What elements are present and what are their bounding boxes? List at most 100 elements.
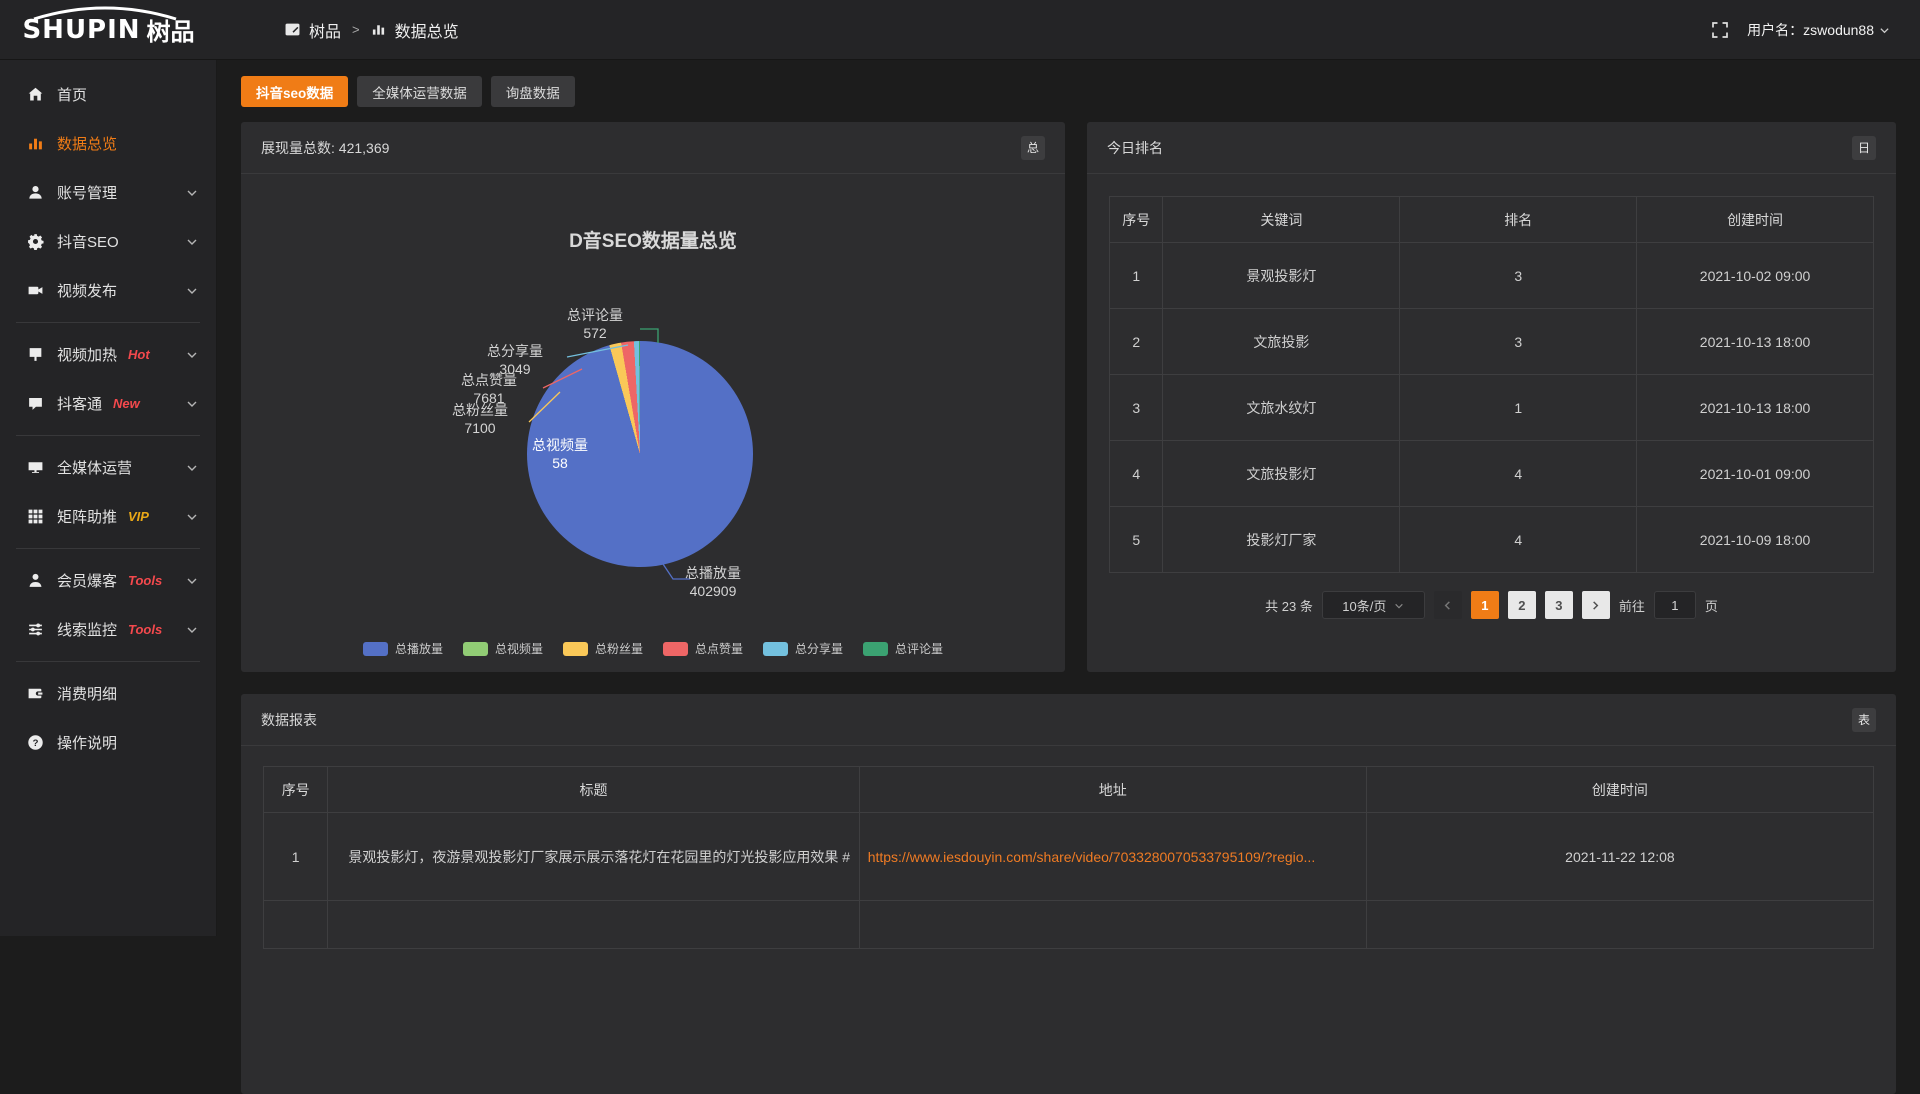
next-page-button[interactable]	[1582, 591, 1610, 619]
chevron-down-icon	[1879, 25, 1890, 36]
column-header: 地址	[859, 767, 1366, 813]
question-icon: ?	[27, 734, 44, 751]
ranking-panel: 今日排名 日 序号关键词排名创建时间 1景观投影灯32021-10-02 09:…	[1087, 122, 1896, 672]
impressions-total-label: 展现量总数: 421,369	[261, 138, 389, 158]
sidebar-item-matrix-boost[interactable]: 矩阵助推 VIP	[0, 492, 216, 541]
sidebar-item-douyin-seo[interactable]: 抖音SEO	[0, 217, 216, 266]
rank-row: 1景观投影灯32021-10-02 09:00	[1110, 243, 1874, 309]
sidebar-tag-hot: Hot	[128, 347, 150, 362]
rank-cell: 文旅水纹灯	[1163, 375, 1400, 441]
report-cell	[264, 901, 328, 949]
breadcrumb: 树品 > 数据总览	[285, 18, 459, 42]
panel-badge-table[interactable]: 表	[1852, 708, 1876, 732]
legend-item[interactable]: 总播放量	[363, 640, 443, 657]
sidebar-item-douketong[interactable]: 抖客通New	[0, 379, 216, 428]
sidebar-tag-vip: VIP	[128, 509, 149, 524]
sidebar-item-consumption-detail[interactable]: 消费明细	[0, 669, 216, 718]
video-link[interactable]: https://www.iesdouyin.com/share/video/70…	[868, 849, 1316, 865]
sidebar-item-home[interactable]: 首页	[0, 70, 216, 119]
sidebar-item-label: 矩阵助推	[57, 506, 117, 527]
legend-label: 总分享量	[795, 640, 843, 657]
topbar-right: 用户名：zswodun88	[1711, 20, 1920, 40]
legend-item[interactable]: 总粉丝量	[563, 640, 643, 657]
ranking-table: 序号关键词排名创建时间 1景观投影灯32021-10-02 09:002文旅投影…	[1109, 196, 1874, 573]
page-button-3[interactable]: 3	[1545, 591, 1573, 619]
report-index-cell: 1	[264, 813, 328, 901]
chart-legend: 总播放量 总视频量 总粉丝量 总点赞量 总分享量 总评论量	[241, 640, 1065, 657]
sidebar-item-label: 会员爆客	[57, 570, 117, 591]
legend-swatch	[663, 642, 688, 656]
sidebar-item-instructions[interactable]: ?操作说明	[0, 718, 216, 767]
goto-page-input[interactable]	[1654, 591, 1696, 619]
report-cell	[859, 901, 1366, 949]
username-label: 用户名：zswodun88	[1747, 20, 1874, 40]
ranking-panel-title: 今日排名	[1107, 138, 1163, 158]
data-tabs: 抖音seo数据全媒体运营数据询盘数据	[241, 76, 1896, 107]
sidebar-item-media-operation[interactable]: 全媒体运营	[0, 443, 216, 492]
pie-callout: 总评论量572	[530, 306, 660, 342]
chart-title: D音SEO数据量总览	[241, 226, 1065, 253]
panel-badge-day[interactable]: 日	[1852, 136, 1876, 160]
home-icon	[27, 86, 44, 103]
sidebar-item-label: 视频发布	[57, 280, 117, 301]
rank-row: 3文旅水纹灯12021-10-13 18:00	[1110, 375, 1874, 441]
sidebar-item-label: 消费明细	[57, 683, 117, 704]
breadcrumb-separator: >	[352, 22, 360, 37]
tab-inquiry-data[interactable]: 询盘数据	[491, 76, 575, 107]
page-button-2[interactable]: 2	[1508, 591, 1536, 619]
sidebar-item-video-heat[interactable]: 视频加热 Hot	[0, 330, 216, 379]
sidebar-item-video-publish[interactable]: 视频发布	[0, 266, 216, 315]
sidebar-item-label: 首页	[57, 84, 87, 105]
sidebar-item-clue-monitor[interactable]: 线索监控Tools	[0, 605, 216, 654]
monitor-icon	[27, 459, 44, 476]
column-header: 序号	[264, 767, 328, 813]
sidebar-item-label: 视频加热	[57, 344, 117, 365]
sidebar-item-account-management[interactable]: 账号管理	[0, 168, 216, 217]
sidebar-divider	[16, 548, 200, 549]
rank-cell: 3	[1400, 243, 1637, 309]
report-panel: 数据报表 表 序号标题地址创建时间 1景观投影灯，夜游景观投影灯厂家展示展示落花…	[241, 694, 1896, 1094]
topbar: SHUPIN 树品 树品 > 数据总览 用户名：zswodun88	[0, 0, 1920, 60]
report-title-cell: 景观投影灯，夜游景观投影灯厂家展示展示落花灯在花园里的灯光投影应用效果 #	[328, 813, 859, 901]
sidebar-item-member-baoke[interactable]: 会员爆客Tools	[0, 556, 216, 605]
logo-arc-decoration	[30, 5, 180, 21]
goto-suffix: 页	[1705, 596, 1718, 615]
pie-chart: D音SEO数据量总览 总评论量572总分享量3049总点赞量7681总粉丝量71…	[241, 174, 1065, 671]
logo[interactable]: SHUPIN 树品	[0, 0, 217, 60]
tab-media-operation-data[interactable]: 全媒体运营数据	[357, 76, 482, 107]
rank-row: 2文旅投影32021-10-13 18:00	[1110, 309, 1874, 375]
user-menu[interactable]: 用户名：zswodun88	[1747, 20, 1890, 40]
column-header: 关键词	[1163, 197, 1400, 243]
legend-item[interactable]: 总视频量	[463, 640, 543, 657]
legend-item[interactable]: 总点赞量	[663, 640, 743, 657]
pagination-total: 共 23 条	[1265, 596, 1313, 615]
breadcrumb-current[interactable]: 数据总览	[395, 18, 459, 42]
user-icon	[27, 184, 44, 201]
rank-cell: 2021-10-02 09:00	[1637, 243, 1874, 309]
fullscreen-icon[interactable]	[1711, 21, 1729, 39]
sidebar-item-data-overview[interactable]: 数据总览	[0, 119, 216, 168]
sidebar-divider	[16, 435, 200, 436]
comment-icon	[27, 395, 44, 412]
report-row-partial	[264, 901, 1874, 949]
tab-douyin-seo-data[interactable]: 抖音seo数据	[241, 76, 348, 107]
chart-icon	[27, 135, 44, 152]
legend-item[interactable]: 总评论量	[863, 640, 943, 657]
legend-swatch	[563, 642, 588, 656]
legend-item[interactable]: 总分享量	[763, 640, 843, 657]
sidebar-divider	[16, 322, 200, 323]
page-button-1[interactable]: 1	[1471, 591, 1499, 619]
page-size-select[interactable]: 10条/页	[1322, 591, 1425, 619]
goto-label: 前往	[1619, 596, 1645, 615]
wallet-icon	[27, 685, 44, 702]
report-cell	[1366, 901, 1873, 949]
panel-badge-total[interactable]: 总	[1021, 136, 1045, 160]
chevron-down-icon	[186, 236, 198, 248]
video-icon	[27, 282, 44, 299]
column-header: 排名	[1400, 197, 1637, 243]
chevron-down-icon	[1394, 601, 1404, 611]
report-row: 1景观投影灯，夜游景观投影灯厂家展示展示落花灯在花园里的灯光投影应用效果 # ht…	[264, 813, 1874, 901]
pie-graphic[interactable]	[527, 341, 753, 567]
breadcrumb-root[interactable]: 树品	[309, 18, 341, 42]
prev-page-button[interactable]	[1434, 591, 1462, 619]
